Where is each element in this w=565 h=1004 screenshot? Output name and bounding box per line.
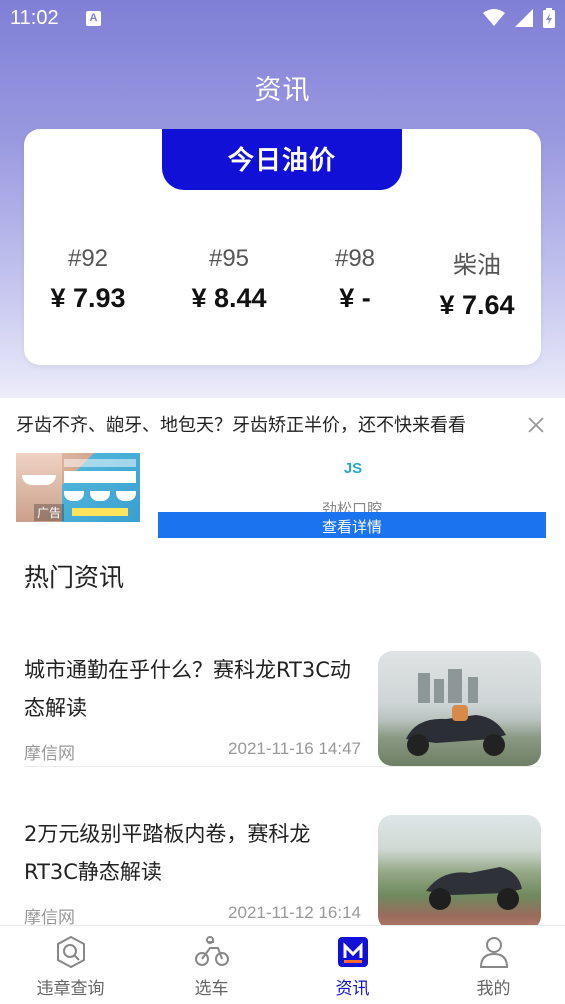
bottom-tab-bar: 违章查询 选车 资讯 我的 [0, 925, 565, 1004]
tab-choose-car[interactable]: 选车 [141, 926, 282, 1004]
news-date: 2021-11-12 16:14 [228, 903, 361, 922]
tab-violation-query[interactable]: 违章查询 [0, 926, 141, 1004]
news-title[interactable]: 城市通勤在乎什么？赛科龙RT3C动态解读 [24, 651, 354, 727]
page-title: 资讯 [254, 75, 311, 106]
ad-teeth [22, 475, 56, 485]
news-divider [24, 766, 541, 767]
oil-price-heading: 今日油价 [162, 129, 402, 190]
ad-image[interactable]: 广告 [16, 453, 140, 522]
oil-price: ¥ 8.44 [191, 283, 267, 313]
oil-price-92: #92 ¥ 7.93 [46, 245, 130, 314]
section-title: 热门资讯 [24, 563, 125, 592]
profile-icon [479, 937, 509, 968]
status-bar: 11:02 A [0, 0, 565, 38]
ad-banner[interactable]: 牙齿不齐、龅牙、地包天？牙齿矫正半价，还不快来看看 广告 JS 劲松口腔 查看详… [0, 398, 565, 546]
oil-price-95: #95 ¥ 8.44 [186, 245, 272, 314]
close-icon[interactable] [527, 416, 545, 434]
oil-price-card: 今日油价 #92 ¥ 7.93 #95 ¥ 8.44 #98 ¥ - 柴油 ¥ … [24, 129, 541, 365]
ad-label: 广告 [34, 504, 65, 521]
news-icon [338, 937, 368, 967]
oil-grade: #92 [67, 245, 109, 272]
oil-grade: #98 [334, 245, 376, 272]
status-time: 11:02 [10, 7, 59, 29]
signal-icon [515, 9, 533, 27]
tab-label: 违章查询 [36, 979, 105, 999]
news-date: 2021-11-16 14:47 [228, 739, 361, 758]
motorcycle-icon [195, 936, 229, 966]
news-title[interactable]: 2万元级别平踏板内卷，赛科龙RT3C静态解读 [24, 815, 354, 891]
tab-label: 我的 [476, 979, 511, 999]
oil-price: ¥ 7.64 [439, 290, 515, 320]
oil-price: ¥ - [339, 283, 371, 313]
tab-label: 选车 [194, 979, 229, 999]
oil-price-diesel: 柴油 ¥ 7.64 [434, 245, 520, 321]
ad-details-button[interactable]: 查看详情 [158, 512, 546, 538]
news-thumbnail[interactable] [378, 815, 541, 930]
system-icons [483, 8, 555, 28]
news-item[interactable]: 城市通勤在乎什么？赛科龙RT3C动态解读 摩信网 2021-11-16 14:4… [0, 651, 565, 781]
wifi-icon [483, 9, 505, 26]
tab-label: 资讯 [335, 979, 370, 999]
ad-logo-mark: JS [343, 460, 363, 477]
ad-logo: JS [336, 460, 370, 482]
oil-grade: 柴油 [453, 252, 501, 279]
ad-brand: 劲松口腔 [322, 500, 383, 512]
ad-panel [64, 459, 136, 517]
oil-grade: #95 [208, 245, 250, 272]
tab-news[interactable]: 资讯 [282, 926, 423, 1004]
tab-profile[interactable]: 我的 [423, 926, 564, 1004]
news-thumbnail[interactable] [378, 651, 541, 766]
battery-icon [543, 8, 555, 28]
notification-icon: A [86, 11, 101, 26]
oil-price-98: #98 ¥ - [320, 245, 390, 314]
oil-price: ¥ 7.93 [50, 283, 126, 313]
news-source: 摩信网 [24, 744, 75, 764]
ad-text[interactable]: 牙齿不齐、龅牙、地包天？牙齿矫正半价，还不快来看看 [16, 411, 466, 437]
search-violation-icon [57, 935, 85, 969]
